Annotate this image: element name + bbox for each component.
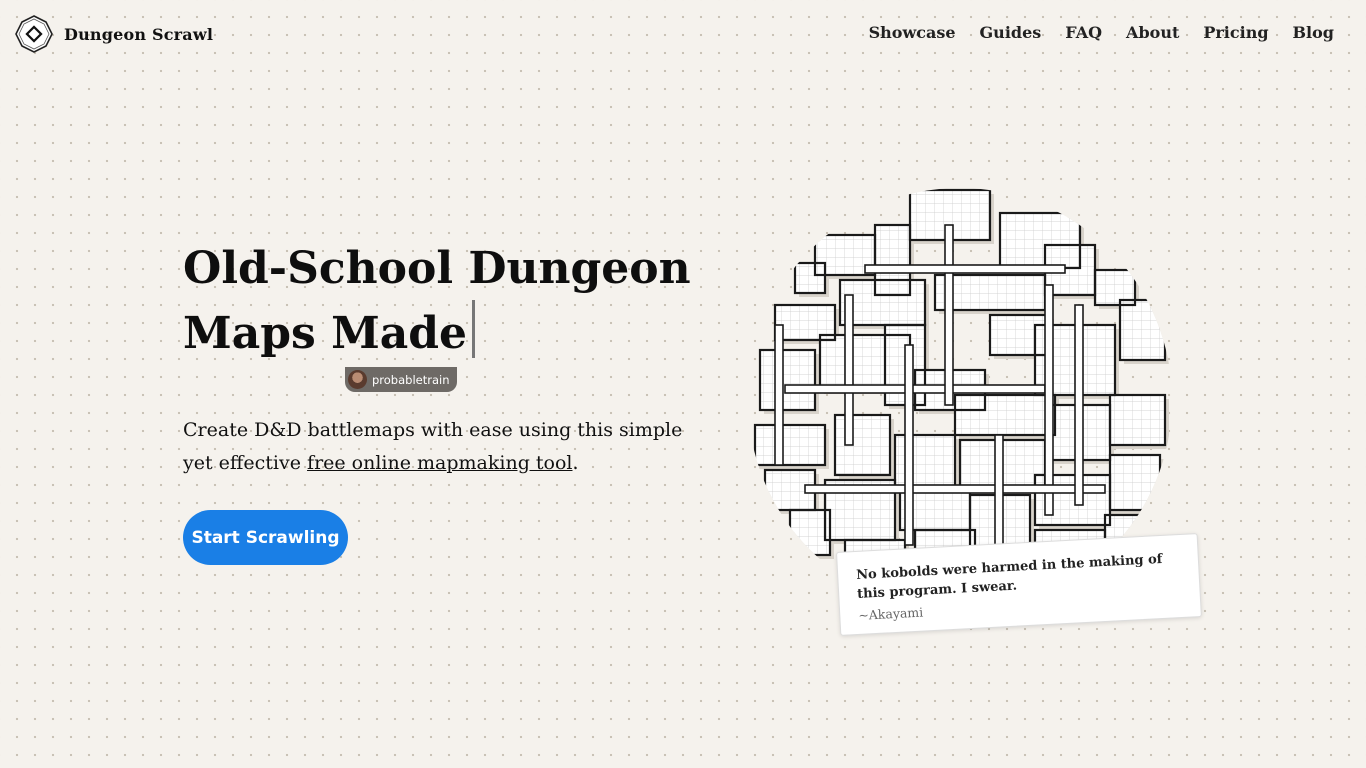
nav-pricing[interactable]: Pricing <box>1203 23 1268 42</box>
typing-caret <box>472 300 476 358</box>
start-scrawling-button[interactable]: Start Scrawling <box>183 510 348 565</box>
hero-title-line2: Maps Made <box>183 308 468 359</box>
hero-description: Create D&D battlemaps with ease using th… <box>183 414 683 480</box>
collaborator-presence-tag: probabletrain <box>345 367 457 392</box>
diamond-logo-icon <box>15 15 53 53</box>
avatar <box>348 370 367 389</box>
brand-name: Dungeon Scrawl <box>64 24 214 44</box>
hero-title: Old-School Dungeon Maps Made <box>183 238 703 365</box>
nav-showcase[interactable]: Showcase <box>869 23 956 42</box>
hero-description-suffix: . <box>572 452 579 474</box>
presence-username: probabletrain <box>372 372 450 387</box>
mapmaking-tool-link[interactable]: free online mapmaking tool <box>307 452 572 474</box>
testimonial-card: No kobolds were harmed in the making of … <box>836 533 1202 636</box>
brand-logo-link[interactable]: Dungeon Scrawl <box>15 15 213 53</box>
hero-title-line1: Old-School Dungeon <box>183 243 691 294</box>
nav-faq[interactable]: FAQ <box>1065 23 1102 42</box>
nav-about[interactable]: About <box>1126 23 1179 42</box>
nav-blog[interactable]: Blog <box>1293 23 1334 42</box>
site-header: Dungeon Scrawl Showcase Guides FAQ About… <box>0 0 1366 68</box>
main-nav: Showcase Guides FAQ About Pricing Blog <box>845 23 1334 42</box>
nav-guides[interactable]: Guides <box>980 23 1042 42</box>
